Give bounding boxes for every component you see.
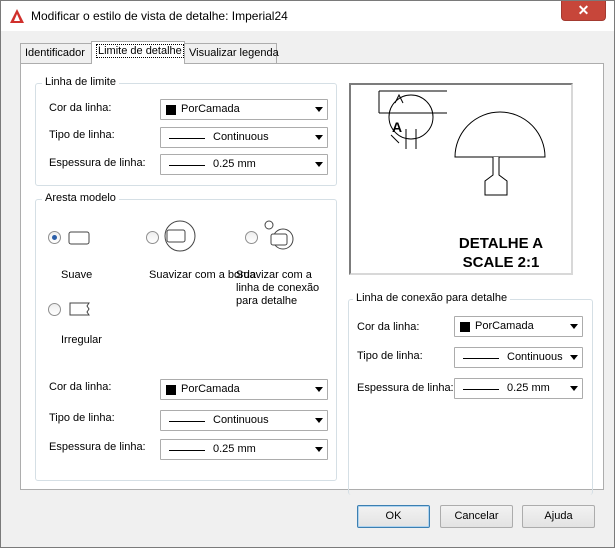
chevron-down-icon (315, 162, 323, 167)
cancel-label: Cancelar (454, 510, 499, 522)
edge-weight-label: Espessura de linha: (49, 441, 146, 453)
connection-weight-select[interactable]: 0.25 mm (454, 378, 583, 399)
connection-color-value: PorCamada (475, 320, 534, 332)
tab-label: Identificador (25, 47, 85, 59)
help-button[interactable]: Ajuda (522, 505, 595, 528)
connection-color-select[interactable]: PorCamada (454, 316, 583, 337)
tab-identificador[interactable]: Identificador (20, 43, 92, 63)
jagged-radio[interactable] (48, 303, 61, 316)
ok-button[interactable]: OK (357, 505, 430, 528)
connection-group: Linha de conexão para detalhe Cor da lin… (348, 292, 593, 495)
smooth-connection-label: Suavizar com a linha de conexão para det… (236, 269, 320, 307)
connection-group-title: Linha de conexão para detalhe (353, 292, 511, 304)
chevron-down-icon (315, 387, 323, 392)
edge-color-select[interactable]: PorCamada (160, 379, 328, 400)
window-title: Modificar o estilo de vista de detalhe: … (31, 9, 288, 23)
help-label: Ajuda (544, 510, 573, 522)
boundary-weight-label: Espessura de linha: (49, 157, 146, 169)
edge-color-label: Cor da linha: (49, 381, 112, 393)
smooth-border-radio[interactable] (146, 231, 159, 244)
edge-type-label: Tipo de linha: (49, 412, 115, 424)
autocad-app-icon (10, 9, 24, 23)
line-sample-icon (463, 389, 499, 390)
tab-label: Limite de detalhe (96, 44, 184, 58)
boundary-type-value: Continuous (213, 131, 269, 143)
chevron-down-icon (570, 355, 578, 360)
title-bar[interactable]: Modificar o estilo de vista de detalhe: … (1, 1, 614, 31)
dialog-window: Modificar o estilo de vista de detalhe: … (0, 0, 615, 548)
connection-type-select[interactable]: Continuous (454, 347, 583, 368)
close-icon: ✕ (577, 2, 590, 18)
cancel-button[interactable]: Cancelar (440, 505, 513, 528)
tab-visualizar-legenda[interactable]: Visualizar legenda (184, 43, 279, 63)
ok-label: OK (385, 510, 402, 522)
line-sample-icon (169, 165, 205, 166)
boundary-color-label: Cor da linha: (49, 102, 112, 114)
edge-type-select[interactable]: Continuous (160, 410, 328, 431)
smooth-border-icon (164, 220, 196, 252)
tab-limite-de-detalhe[interactable]: Limite de detalhe (91, 41, 185, 64)
chevron-down-icon (570, 324, 578, 329)
model-edge-group: Aresta modelo Suave Suavizar com a borda (35, 192, 337, 481)
preview-marker-letter: A (392, 119, 402, 135)
color-swatch (166, 385, 176, 395)
edge-weight-value: 0.25 mm (213, 443, 256, 455)
edge-color-value: PorCamada (181, 383, 240, 395)
line-sample-icon (169, 138, 205, 139)
chevron-down-icon (315, 418, 323, 423)
color-swatch (460, 322, 470, 332)
line-sample-icon (463, 358, 499, 359)
edge-type-value: Continuous (213, 414, 269, 426)
boundary-type-select[interactable]: Continuous (160, 127, 328, 148)
chevron-down-icon (315, 107, 323, 112)
jagged-edge-icon (69, 302, 90, 316)
boundary-weight-select[interactable]: 0.25 mm (160, 154, 328, 175)
chevron-down-icon (315, 447, 323, 452)
connection-weight-label: Espessura de linha: (357, 382, 454, 394)
line-sample-icon (169, 421, 205, 422)
preview-caption-line1: DETALHE A (459, 235, 543, 252)
smooth-connection-radio[interactable] (245, 231, 258, 244)
detail-preview-drawing: A DETALHE A SCALE 2:1 (378, 90, 546, 271)
smooth-connection-icon (264, 220, 294, 250)
boundary-color-value: PorCamada (181, 103, 240, 115)
connection-color-label: Cor da linha: (357, 321, 420, 333)
line-sample-icon (169, 450, 205, 451)
color-swatch (166, 105, 176, 115)
edge-weight-select[interactable]: 0.25 mm (160, 439, 328, 460)
boundary-group-title: Linha de limite (42, 76, 119, 88)
chevron-down-icon (315, 135, 323, 140)
boundary-group: Linha de limite Cor da linha: PorCamada … (35, 76, 337, 186)
tab-label: Visualizar legenda (189, 47, 279, 59)
connection-weight-value: 0.25 mm (507, 382, 550, 394)
boundary-weight-value: 0.25 mm (213, 158, 256, 170)
preview-caption-line2: SCALE 2:1 (463, 254, 540, 271)
smooth-edge-icon (68, 231, 90, 245)
detail-preview: A DETALHE A SCALE 2:1 (349, 83, 573, 275)
smooth-radio[interactable] (48, 231, 61, 244)
close-button[interactable]: ✕ (561, 1, 606, 21)
connection-type-value: Continuous (507, 351, 563, 363)
boundary-type-label: Tipo de linha: (49, 129, 115, 141)
jagged-label: Irregular (61, 334, 102, 346)
smooth-label: Suave (61, 269, 93, 281)
boundary-color-select[interactable]: PorCamada (160, 99, 328, 120)
connection-type-label: Tipo de linha: (357, 350, 423, 362)
model-edge-group-title: Aresta modelo (42, 192, 119, 204)
chevron-down-icon (570, 386, 578, 391)
